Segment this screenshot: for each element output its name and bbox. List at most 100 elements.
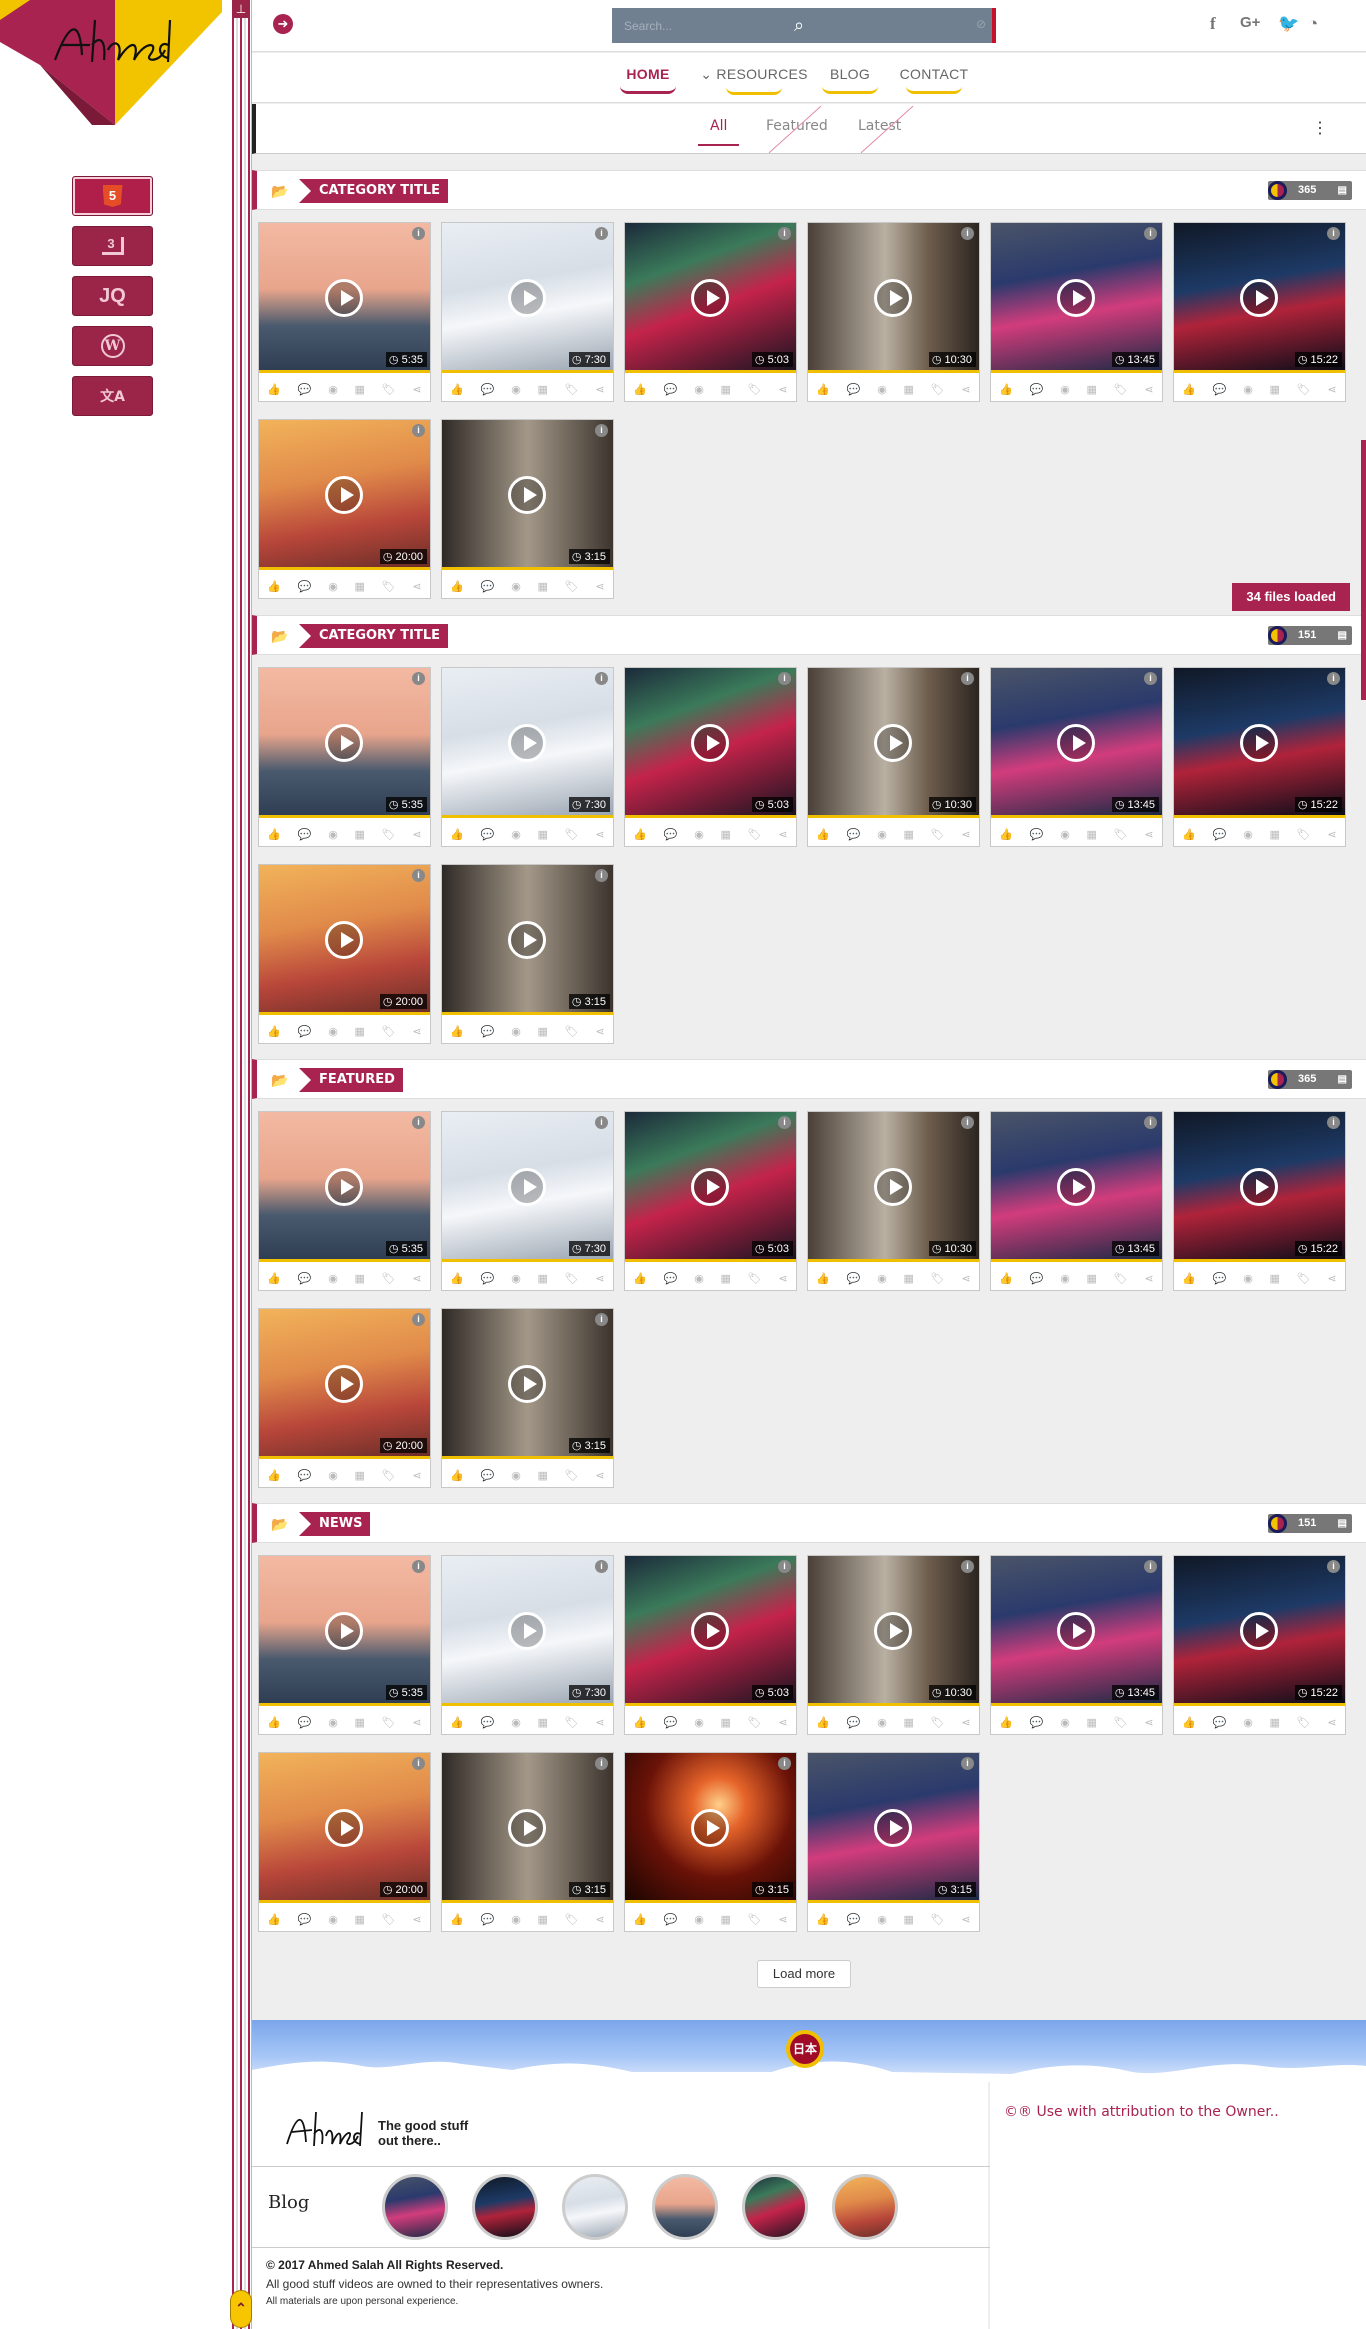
info-icon[interactable]: i [412, 1757, 425, 1770]
twitter-icon[interactable]: 🐦 [1278, 14, 1299, 34]
comment-icon[interactable]: 💬 [1030, 1272, 1044, 1285]
rail-top-handle-icon[interactable]: ⊥ [232, 0, 250, 18]
share-icon[interactable]: ⋖ [595, 1025, 604, 1038]
views-icon[interactable]: ◉ [877, 1272, 887, 1285]
video-thumbnail[interactable]: i ◷ 3:15 [442, 1753, 613, 1903]
video-card[interactable]: i ◷ 5:03 👍 💬 ◉ ▦ 🏷 ⋖ [624, 1555, 797, 1735]
comment-icon[interactable]: 💬 [298, 1272, 312, 1285]
video-thumbnail[interactable]: i ◷ 5:35 [259, 668, 430, 818]
video-thumbnail[interactable]: i ◷ 3:15 [442, 865, 613, 1015]
share-icon[interactable]: ⋖ [595, 1913, 604, 1926]
tags-icon[interactable]: 🏷 [1114, 383, 1128, 396]
video-thumbnail[interactable]: i ◷ 20:00 [259, 1753, 430, 1903]
search-clear-icon[interactable]: ⊘ [976, 17, 986, 31]
views-icon[interactable]: ◉ [1060, 1272, 1070, 1285]
video-thumbnail[interactable]: i ◷ 10:30 [808, 668, 979, 818]
tags-icon[interactable]: 🏷 [382, 580, 396, 593]
views-icon[interactable]: ◉ [877, 828, 887, 841]
play-icon[interactable] [1240, 724, 1278, 762]
video-card[interactable]: i ◷ 13:45 👍 💬 ◉ ▦ 🏷 ⋖ [990, 222, 1163, 402]
video-thumbnail[interactable]: i ◷ 15:22 [1174, 1556, 1345, 1706]
video-thumbnail[interactable]: i ◷ 7:30 [442, 1112, 613, 1262]
search-icon[interactable]: ⌕ [794, 15, 804, 36]
comment-icon[interactable]: 💬 [847, 1272, 861, 1285]
comment-icon[interactable]: 💬 [298, 1913, 312, 1926]
views-icon[interactable]: ◉ [694, 383, 704, 396]
video-card[interactable]: i ◷ 3:15 👍 💬 ◉ ▦ 🏷 ⋖ [441, 1752, 614, 1932]
tags-icon[interactable]: 🏷 [1114, 1272, 1128, 1285]
video-thumbnail[interactable]: i ◷ 5:35 [259, 1112, 430, 1262]
views-icon[interactable]: ◉ [328, 383, 338, 396]
like-icon[interactable]: 👍 [633, 383, 647, 396]
blog-thumbnail[interactable] [832, 2174, 898, 2240]
views-icon[interactable]: ◉ [328, 828, 338, 841]
comment-icon[interactable]: 💬 [481, 828, 495, 841]
views-icon[interactable]: ◉ [694, 828, 704, 841]
video-card[interactable]: i ◷ 7:30 👍 💬 ◉ ▦ 🏷 ⋖ [441, 1555, 614, 1735]
tags-icon[interactable]: 🏷 [382, 828, 396, 841]
views-icon[interactable]: ◉ [694, 1716, 704, 1729]
share-icon[interactable]: ⋖ [595, 828, 604, 841]
tags-icon[interactable]: 🏷 [565, 1716, 579, 1729]
calendar-icon[interactable]: ▦ [1270, 828, 1280, 841]
views-icon[interactable]: ◉ [328, 580, 338, 593]
video-card[interactable]: i ◷ 13:45 👍 💬 ◉ ▦ 🏷 ⋖ [990, 1111, 1163, 1291]
views-icon[interactable]: ◉ [1243, 1716, 1253, 1729]
video-card[interactable]: i ◷ 5:03 👍 💬 ◉ ▦ 🏷 ⋖ [624, 222, 797, 402]
calendar-icon[interactable]: ▦ [355, 1272, 365, 1285]
video-card[interactable]: i ◷ 10:30 👍 💬 ◉ ▦ 🏷 ⋖ [807, 667, 980, 847]
info-icon[interactable]: i [1144, 1560, 1157, 1573]
tags-icon[interactable]: 🏷 [931, 383, 945, 396]
search-input[interactable] [624, 15, 784, 37]
info-icon[interactable]: i [778, 672, 791, 685]
calendar-icon[interactable]: ▦ [355, 1913, 365, 1926]
like-icon[interactable]: 👍 [1182, 1272, 1196, 1285]
tags-icon[interactable]: 🏷 [565, 1025, 579, 1038]
comment-icon[interactable]: 💬 [664, 828, 678, 841]
info-icon[interactable]: i [778, 1560, 791, 1573]
like-icon[interactable]: 👍 [633, 1272, 647, 1285]
share-icon[interactable]: ⋖ [412, 1025, 421, 1038]
video-thumbnail[interactable]: i ◷ 13:45 [991, 668, 1162, 818]
play-icon[interactable] [325, 1612, 363, 1650]
calendar-icon[interactable]: ▦ [721, 1272, 731, 1285]
play-icon[interactable] [691, 279, 729, 317]
info-icon[interactable]: i [595, 1560, 608, 1573]
share-icon[interactable]: ⋖ [1144, 1716, 1153, 1729]
share-icon[interactable]: ⋖ [412, 383, 421, 396]
video-card[interactable]: i ◷ 7:30 👍 💬 ◉ ▦ 🏷 ⋖ [441, 222, 614, 402]
info-icon[interactable]: i [961, 227, 974, 240]
like-icon[interactable]: 👍 [450, 1272, 464, 1285]
comment-icon[interactable]: 💬 [664, 1913, 678, 1926]
blog-thumbnail[interactable] [652, 2174, 718, 2240]
calendar-icon[interactable]: ▦ [538, 580, 548, 593]
play-icon[interactable] [1240, 279, 1278, 317]
views-icon[interactable]: ◉ [1243, 828, 1253, 841]
tags-icon[interactable]: 🏷 [1297, 1716, 1311, 1729]
section-title[interactable]: NEWS [299, 1512, 371, 1536]
tags-icon[interactable]: 🏷 [382, 1272, 396, 1285]
info-icon[interactable]: i [1144, 1116, 1157, 1129]
video-thumbnail[interactable]: i ◷ 15:22 [1174, 1112, 1345, 1262]
share-icon[interactable]: ⋖ [1144, 828, 1153, 841]
calendar-icon[interactable]: ▦ [721, 1913, 731, 1926]
play-icon[interactable] [874, 1809, 912, 1847]
calendar-icon[interactable]: ▦ [1270, 383, 1280, 396]
video-thumbnail[interactable]: i ◷ 5:03 [625, 1556, 796, 1706]
calendar-icon[interactable]: ▦ [904, 1716, 914, 1729]
info-icon[interactable]: i [595, 1757, 608, 1770]
info-icon[interactable]: i [412, 1560, 425, 1573]
calendar-icon[interactable]: ▦ [355, 1025, 365, 1038]
like-icon[interactable]: 👍 [816, 1716, 830, 1729]
tags-icon[interactable]: 🏷 [565, 1272, 579, 1285]
tags-icon[interactable]: 🏷 [565, 383, 579, 396]
tags-icon[interactable]: 🏷 [1114, 1716, 1128, 1729]
like-icon[interactable]: 👍 [999, 828, 1013, 841]
info-icon[interactable]: i [1327, 1116, 1340, 1129]
info-icon[interactable]: i [1327, 1560, 1340, 1573]
comment-icon[interactable]: 💬 [847, 1913, 861, 1926]
tags-icon[interactable]: 🏷 [565, 828, 579, 841]
comment-icon[interactable]: 💬 [1030, 828, 1044, 841]
play-icon[interactable] [874, 1168, 912, 1206]
like-icon[interactable]: 👍 [450, 383, 464, 396]
